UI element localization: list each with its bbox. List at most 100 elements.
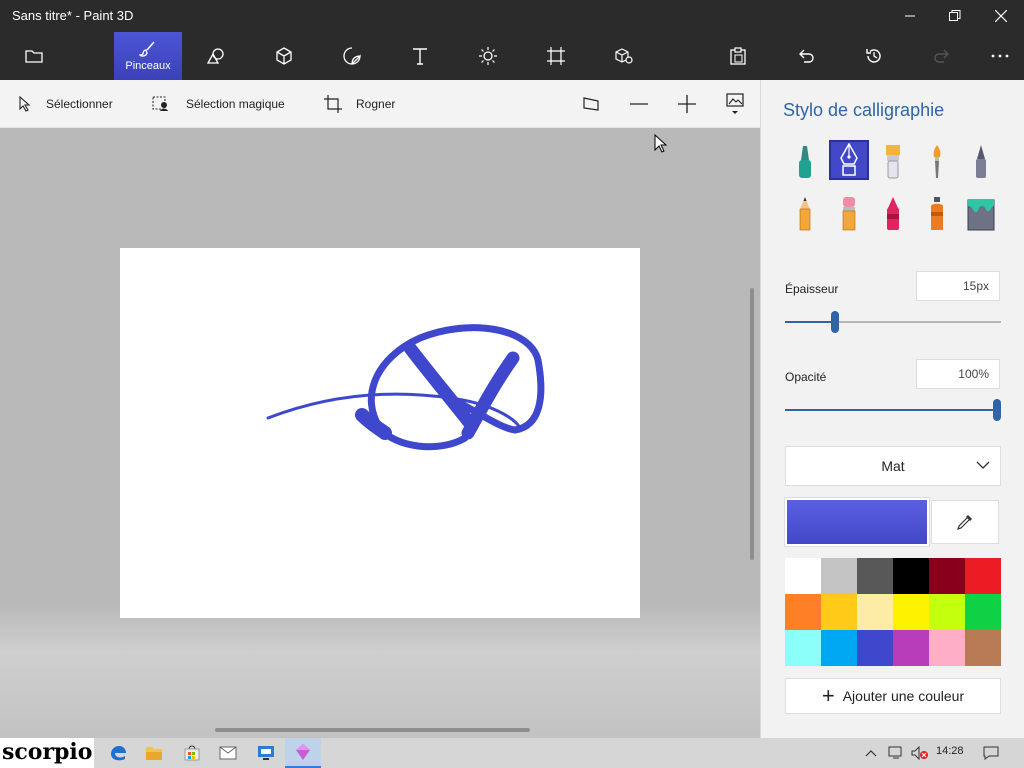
- color-swatch[interactable]: [821, 558, 857, 594]
- color-swatch[interactable]: [785, 594, 821, 630]
- paste-button[interactable]: [718, 32, 758, 80]
- color-swatch[interactable]: [893, 594, 929, 630]
- add-color-button[interactable]: + Ajouter une couleur: [785, 678, 1001, 714]
- color-swatch[interactable]: [965, 558, 1001, 594]
- magic-select-button[interactable]: Sélection magique: [152, 80, 285, 128]
- more-button[interactable]: [980, 32, 1020, 80]
- color-swatch[interactable]: [929, 630, 965, 666]
- color-swatch[interactable]: [929, 558, 965, 594]
- tab-2d-shapes[interactable]: [196, 32, 236, 80]
- opacity-slider-thumb[interactable]: [993, 399, 1001, 421]
- tray-chevron[interactable]: [856, 738, 886, 768]
- brush-calligraphy-pen[interactable]: [829, 140, 869, 180]
- redo-icon: [934, 49, 949, 63]
- volume-muted-icon: [911, 746, 928, 760]
- scorpio-logo: scorpio: [0, 738, 94, 768]
- add-color-label: Ajouter une couleur: [842, 688, 965, 704]
- network-icon: [888, 746, 902, 759]
- brush-spray-can[interactable]: [917, 194, 957, 234]
- taskbar-edge[interactable]: [100, 738, 136, 768]
- mail-icon: [219, 746, 237, 760]
- tab-brushes[interactable]: Pinceaux: [114, 32, 182, 80]
- brush-oil[interactable]: [873, 142, 913, 182]
- brush-eraser[interactable]: [829, 194, 869, 234]
- redo-button[interactable]: [922, 32, 962, 80]
- close-button[interactable]: [978, 0, 1024, 32]
- tab-effects[interactable]: [468, 32, 508, 80]
- opacity-slider-fill[interactable]: [785, 409, 997, 411]
- taskbar-remote-desktop[interactable]: [248, 738, 284, 768]
- restore-button[interactable]: [932, 0, 978, 32]
- menu-button[interactable]: [14, 32, 54, 80]
- spray-can-icon: [931, 197, 943, 230]
- zoom-in-button[interactable]: [678, 80, 710, 128]
- color-swatch[interactable]: [965, 630, 1001, 666]
- history-button[interactable]: [854, 32, 894, 80]
- tab-3d-shapes[interactable]: [264, 32, 304, 80]
- canvas-workspace[interactable]: [0, 128, 760, 738]
- taskbar-explorer[interactable]: [136, 738, 172, 768]
- drawing-canvas[interactable]: [120, 248, 640, 618]
- tab-text[interactable]: [400, 32, 440, 80]
- tab-stickers[interactable]: [332, 32, 372, 80]
- current-color-swatch[interactable]: [784, 497, 930, 547]
- sun-icon: [479, 47, 497, 65]
- color-swatch[interactable]: [893, 630, 929, 666]
- color-swatch[interactable]: [857, 558, 893, 594]
- opacity-input[interactable]: 100%: [916, 359, 1000, 389]
- thickness-label: Épaisseur: [785, 282, 839, 296]
- crop-button[interactable]: Rogner: [324, 80, 395, 128]
- horizontal-scrollbar[interactable]: [215, 728, 530, 732]
- finish-value: Mat: [881, 458, 905, 474]
- color-swatch[interactable]: [785, 630, 821, 666]
- main-ribbon: Pinceaux: [0, 32, 1024, 80]
- window-title: Sans titre* - Paint 3D: [12, 8, 134, 23]
- eyedropper-icon: [957, 515, 972, 530]
- brush-fill[interactable]: [961, 194, 1001, 234]
- brush-crayon[interactable]: [873, 194, 913, 234]
- tray-network[interactable]: [884, 738, 908, 768]
- tab-3d-library[interactable]: [604, 32, 644, 80]
- color-swatch[interactable]: [857, 594, 893, 630]
- undo-button[interactable]: [786, 32, 826, 80]
- shapes-2d-icon: [206, 48, 224, 64]
- eyedropper-button[interactable]: [931, 500, 999, 544]
- brush-watercolor[interactable]: [917, 142, 957, 182]
- color-swatch[interactable]: [821, 594, 857, 630]
- pixel-pen-icon: [976, 145, 986, 178]
- thickness-input[interactable]: 15px: [916, 271, 1000, 301]
- tab-canvas[interactable]: [536, 32, 576, 80]
- taskbar-store[interactable]: [174, 738, 210, 768]
- edge-icon: [111, 746, 126, 761]
- taskbar-mail[interactable]: [210, 738, 246, 768]
- color-swatch[interactable]: [785, 558, 821, 594]
- action-center-button[interactable]: [976, 738, 1006, 768]
- calligraphy-pen-icon: [840, 143, 858, 176]
- folder-icon: [25, 50, 43, 63]
- taskbar-paint3d[interactable]: [285, 738, 321, 768]
- color-swatch[interactable]: [893, 558, 929, 594]
- select-button[interactable]: Sélectionner: [18, 80, 113, 128]
- mouse-cursor-icon: [654, 134, 668, 153]
- color-swatch[interactable]: [857, 630, 893, 666]
- thickness-slider-thumb[interactable]: [831, 311, 839, 333]
- sticker-icon: [343, 47, 361, 65]
- brush-panel: Stylo de calligraphie Épaisseur 15px Opa…: [760, 80, 1024, 738]
- zoom-out-button[interactable]: [630, 80, 662, 128]
- color-swatch[interactable]: [929, 594, 965, 630]
- image-view-button[interactable]: [726, 80, 758, 128]
- color-swatch[interactable]: [965, 594, 1001, 630]
- close-icon: [995, 10, 1007, 22]
- view-3d-button[interactable]: [582, 80, 614, 128]
- brush-pencil[interactable]: [785, 194, 825, 234]
- finish-dropdown[interactable]: Mat: [785, 446, 1001, 486]
- minimize-button[interactable]: [887, 0, 933, 32]
- color-swatch[interactable]: [821, 630, 857, 666]
- fill-bucket-icon: [967, 199, 995, 231]
- tray-volume[interactable]: [908, 738, 932, 768]
- brush-pixel-pen[interactable]: [961, 142, 1001, 182]
- library-3d-icon: [615, 48, 633, 64]
- vertical-scrollbar[interactable]: [750, 288, 754, 560]
- brush-marker[interactable]: [785, 142, 825, 182]
- history-icon: [866, 49, 881, 63]
